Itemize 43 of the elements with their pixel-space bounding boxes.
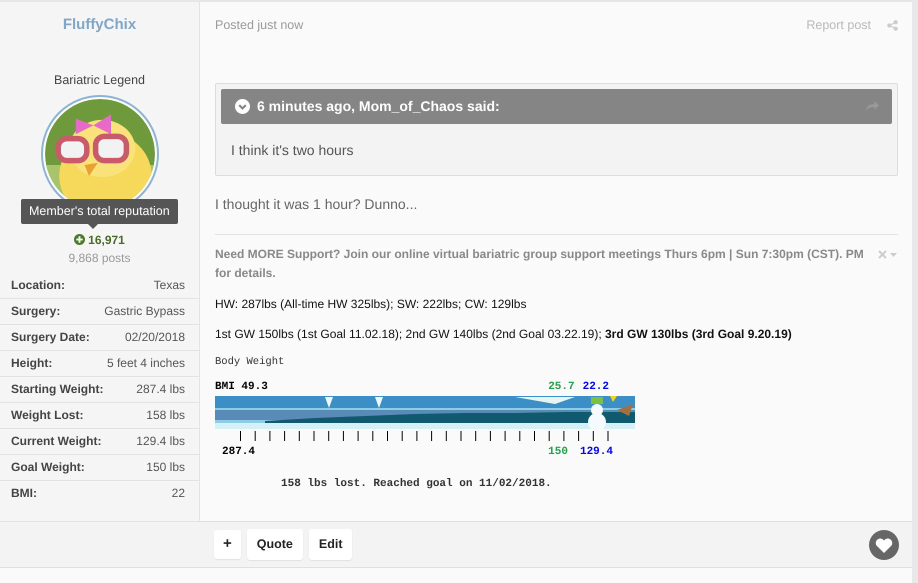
announcement-text: Need MORE Support? Join our online virtual bariatric group support meetings Thurs 6pm | Sun 7:30pm (CST). PM for details.: [215, 246, 865, 282]
field-label: Surgery:: [11, 303, 60, 320]
field-label: BMI:: [11, 485, 37, 502]
reputation-count: 16,971: [0, 231, 199, 250]
field-label: Surgery Date:: [11, 329, 90, 346]
add-button[interactable]: +: [214, 530, 241, 559]
action-button[interactable]: Edit: [308, 529, 352, 560]
ticker-caption: 158 lbs lost. Reached goal on 11/02/2018.: [281, 476, 553, 492]
plus-circle-icon: [74, 234, 86, 246]
field-value: 287.4 lbs: [136, 381, 185, 398]
signature-line: 1st GW 150lbs (1st Goal 11.02.18); 2nd GW 140lbs (2nd Goal 03.22.19); 3rd GW 130lbs (3rd Goal 9.20.19): [215, 326, 793, 343]
quote-text: I think it's two hours: [230, 140, 354, 160]
field-label: Current Weight:: [11, 433, 102, 450]
ticker-label: 22.2: [582, 380, 609, 394]
field-value: Gastric Bypass: [104, 303, 185, 320]
field-label: Goal Weight:: [11, 459, 85, 476]
post-count: 9,868 posts: [67, 250, 132, 268]
reputation-tooltip: Member's total reputation: [21, 199, 178, 224]
field-label: Location:: [11, 277, 65, 294]
field-value: 5 feet 4 inches: [106, 355, 185, 372]
field-value: 150 lbs: [146, 459, 185, 476]
ticker-label: BMI 49.3: [215, 380, 268, 394]
ticker-label: 287.4: [222, 445, 256, 460]
field-label: Starting Weight:: [11, 381, 104, 398]
field-value: 158 lbs: [146, 407, 185, 424]
chevron-circle-icon[interactable]: [235, 98, 250, 114]
quote-header: 6 minutes ago, Mom_of_Chaos said:: [257, 96, 500, 116]
tooltip-arrow: [88, 224, 98, 230]
field-value: 129.4 lbs: [136, 433, 185, 450]
ticker-label: 129.4: [580, 445, 613, 460]
ticker-label: 25.7: [548, 380, 575, 394]
field-label: Height:: [11, 355, 52, 372]
field-label: Weight Lost:: [11, 407, 84, 424]
ticker-title: Body Weight: [215, 354, 286, 370]
member-title: Bariatric Legend: [52, 72, 146, 89]
signature-line: HW: 287lbs (All-time HW 325lbs); SW: 222lbs; CW: 129lbs: [215, 296, 528, 313]
field-value: 02/20/2018: [124, 329, 185, 346]
field-value: Texas: [154, 277, 185, 294]
action-button[interactable]: Quote: [246, 529, 303, 560]
post-timestamp: Posted just now: [215, 17, 304, 34]
ticker-label: 150: [548, 445, 568, 460]
post-body: I thought it was 1 hour? Dunno...: [215, 194, 418, 214]
field-value: 22: [172, 485, 185, 502]
